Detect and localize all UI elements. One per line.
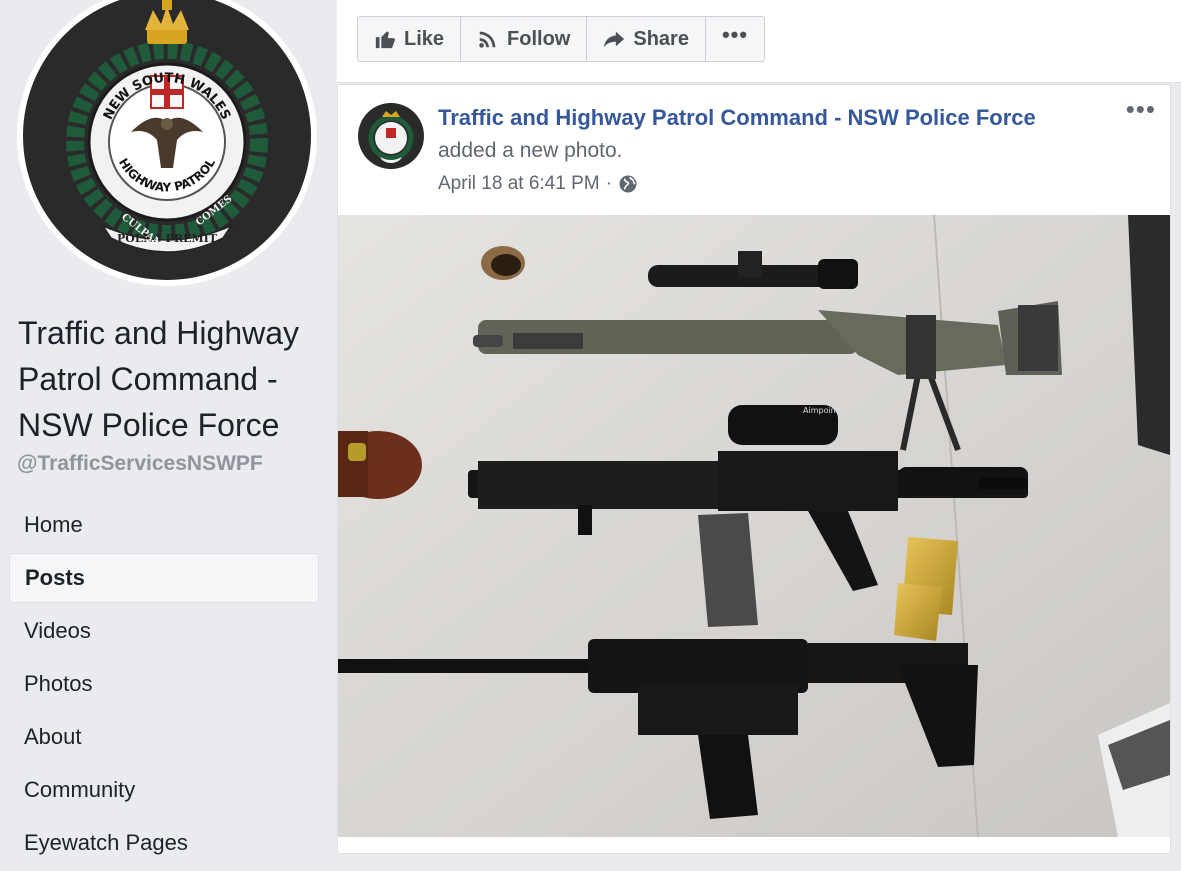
follow-button[interactable]: Follow: [461, 17, 588, 61]
post-author-link[interactable]: Traffic and Highway Patrol Command - NSW…: [438, 105, 1036, 131]
post-meta: April 18 at 6:41 PM ·: [438, 173, 638, 195]
nav-item-about[interactable]: About: [9, 712, 319, 762]
nav-item-community[interactable]: Community: [9, 765, 319, 815]
follow-label: Follow: [507, 27, 571, 50]
more-options-button[interactable]: •••: [706, 17, 764, 61]
share-button[interactable]: Share: [587, 17, 706, 61]
nav-item-home[interactable]: Home: [9, 500, 319, 550]
like-label: Like: [404, 27, 445, 50]
nav-item-eyewatch-pages[interactable]: Eyewatch Pages: [9, 818, 319, 868]
nav-item-videos[interactable]: Videos: [9, 606, 319, 656]
nav-item-photos[interactable]: Photos: [9, 659, 319, 709]
post-card: Traffic and Highway Patrol Command - NSW…: [337, 84, 1171, 854]
profile-picture[interactable]: POENA PREMIT CULPAM COMES NEW SOUTH WALE…: [17, 0, 317, 286]
post-action-text: added a new photo.: [438, 139, 623, 162]
rss-icon: [479, 31, 496, 48]
meta-separator: ·: [605, 173, 612, 194]
like-button[interactable]: Like: [358, 17, 462, 61]
more-icon: •••: [721, 22, 749, 47]
police-badge-logo: POENA PREMIT CULPAM COMES NEW SOUTH WALE…: [23, 0, 311, 280]
post-timestamp[interactable]: April 18 at 6:41 PM: [438, 173, 600, 195]
thumbs-up-icon: [375, 31, 395, 49]
sight-brand-text: Aimpoint: [803, 406, 839, 415]
share-arrow-icon: [604, 31, 625, 48]
left-column: POENA PREMIT CULPAM COMES NEW SOUTH WALE…: [0, 0, 337, 855]
post-author-avatar[interactable]: [358, 103, 424, 169]
badge-motto-center: POENA PREMIT: [117, 232, 218, 245]
share-label: Share: [633, 27, 689, 50]
post-options-button[interactable]: •••: [1126, 96, 1156, 122]
action-button-group: Like Follow Share •••: [357, 16, 766, 62]
page-handle[interactable]: @TrafficServicesNSWPF: [17, 452, 263, 476]
nav-item-posts[interactable]: Posts: [9, 553, 319, 603]
page-title: Traffic and Highway Patrol Command - NSW…: [18, 315, 300, 443]
photo-replica-guns-on-table: Aimpoint: [338, 215, 1170, 837]
police-badge-avatar-icon: [358, 103, 424, 169]
post-photo[interactable]: Aimpoint: [338, 215, 1170, 837]
globe-icon[interactable]: [618, 174, 638, 194]
page-action-bar: Like Follow Share •••: [337, 0, 1181, 83]
page-nav: Home Posts Videos Photos About Community…: [9, 500, 319, 871]
